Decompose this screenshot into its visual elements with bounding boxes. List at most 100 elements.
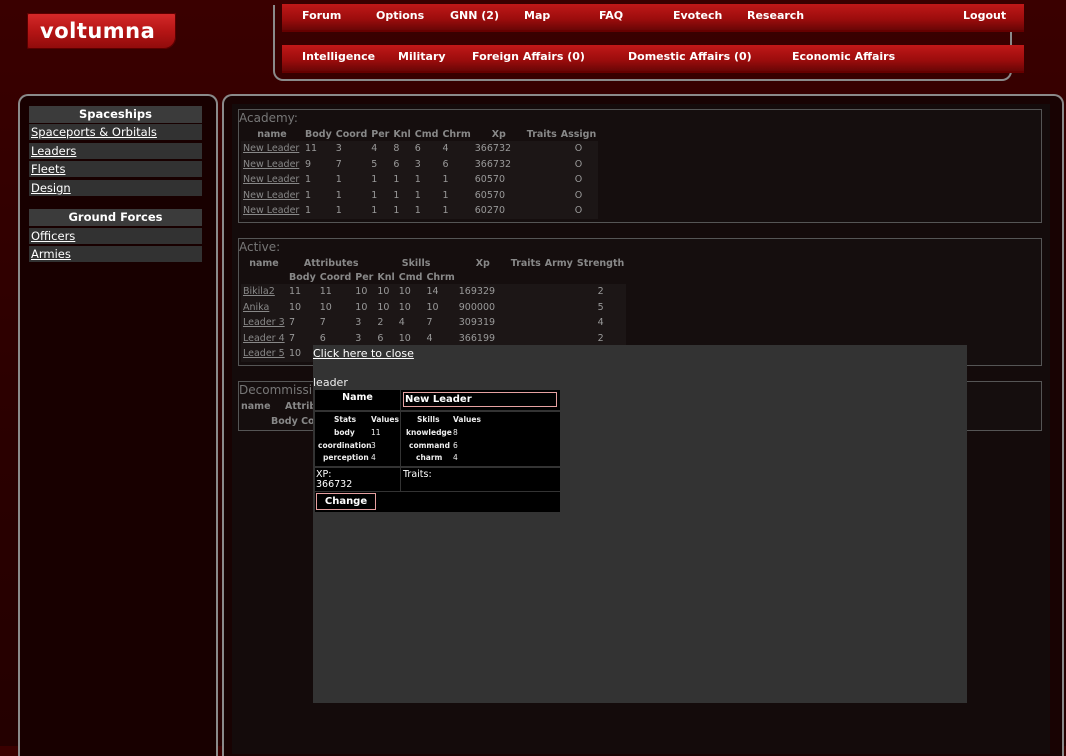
- nav-intelligence[interactable]: Intelligence: [302, 50, 375, 63]
- sidebar-item-armies[interactable]: Armies: [29, 246, 202, 262]
- active-leader-link[interactable]: Anika: [243, 302, 269, 313]
- decommissioned-subheader: Body Co: [271, 416, 315, 427]
- active-leader-link[interactable]: Bikila2: [243, 286, 275, 297]
- xp-cell: XP: 366732: [315, 468, 400, 491]
- brand-name: voltumna: [40, 19, 156, 43]
- skill-name: command: [409, 441, 450, 450]
- nav-evotech[interactable]: Evotech: [673, 9, 722, 22]
- cell: 7: [287, 330, 318, 346]
- nav-gnn[interactable]: GNN (2): [450, 9, 499, 22]
- assign-radio[interactable]: O: [558, 172, 599, 188]
- cell: 11: [303, 141, 334, 157]
- name-input-cell: [401, 390, 560, 410]
- cell: 2: [574, 330, 627, 346]
- sidebar-item-leaders[interactable]: Leaders: [29, 143, 202, 159]
- cell: 1: [303, 172, 334, 188]
- cell: 10: [396, 284, 425, 300]
- cell: 1: [369, 187, 392, 203]
- academy-leader-link[interactable]: New Leader: [243, 205, 299, 216]
- cell: 1: [440, 187, 473, 203]
- cell: 1: [412, 172, 441, 188]
- col-header: Strength: [576, 257, 625, 269]
- cell: [524, 141, 559, 157]
- table-row: New Leader 1 1 1 1 1 1 60270 O: [241, 203, 599, 219]
- cell: 6: [440, 156, 473, 172]
- col-header: Body: [289, 271, 316, 283]
- assign-radio[interactable]: O: [558, 156, 599, 172]
- assign-radio[interactable]: O: [558, 141, 599, 157]
- cell: [524, 172, 559, 188]
- nav-domestic-affairs[interactable]: Domestic Affairs (0): [628, 50, 752, 63]
- sidebar-item-design[interactable]: Design: [29, 180, 202, 196]
- sidebar-item-spaceports[interactable]: Spaceports & Orbitals: [29, 124, 202, 140]
- cell: 1: [391, 172, 413, 188]
- active-sub-header-row: Body Coord Per Knl Cmd Chrm: [241, 270, 626, 284]
- active-leader-link[interactable]: Leader 3: [243, 317, 285, 328]
- col-header: Per: [355, 271, 374, 283]
- cell: [524, 156, 559, 172]
- col-header: Knl: [377, 271, 395, 283]
- cell: 2: [375, 315, 397, 331]
- name-label: Name: [342, 392, 373, 403]
- cell: 3: [412, 156, 441, 172]
- cell: 10: [396, 330, 425, 346]
- academy-section: Academy: name Body Coord Per Knl Cmd Chr…: [238, 109, 1042, 223]
- sidebar-item-officers[interactable]: Officers: [29, 228, 202, 244]
- stats-header: Stats: [334, 415, 357, 424]
- active-leader-link[interactable]: Leader 5: [243, 348, 285, 359]
- name-label-cell: Name: [315, 390, 400, 410]
- brand-logo[interactable]: voltumna: [27, 13, 176, 49]
- table-row: New Leader 11 3 4 8 6 4 366732 O: [241, 141, 599, 157]
- cell: [524, 187, 559, 203]
- academy-leader-link[interactable]: New Leader: [243, 143, 299, 154]
- nav-research[interactable]: Research: [747, 9, 804, 22]
- traits-label: Traits:: [403, 469, 432, 480]
- col-header: name: [257, 128, 287, 140]
- nav-economic-affairs[interactable]: Economic Affairs: [792, 50, 895, 63]
- nav-forum[interactable]: Forum: [302, 9, 341, 22]
- cell: 10: [317, 299, 354, 315]
- cell: 1: [333, 172, 370, 188]
- nav-options[interactable]: Options: [376, 9, 424, 22]
- cell: 1: [412, 203, 441, 219]
- stat-value: 11: [371, 428, 381, 437]
- cell: 7: [333, 156, 370, 172]
- cell: 366732: [472, 141, 525, 157]
- cell: [542, 284, 575, 300]
- nav-faq[interactable]: FAQ: [599, 9, 623, 22]
- nav-logout[interactable]: Logout: [963, 9, 1006, 22]
- cell: 1: [391, 203, 413, 219]
- nav-foreign-affairs[interactable]: Foreign Affairs (0): [472, 50, 585, 63]
- assign-radio[interactable]: O: [558, 187, 599, 203]
- cell: 4: [369, 141, 392, 157]
- col-header: Body: [305, 128, 332, 140]
- cell: 1: [412, 187, 441, 203]
- close-popup-link[interactable]: Click here to close: [313, 347, 414, 360]
- cell: 3: [353, 330, 376, 346]
- assign-radio[interactable]: O: [558, 203, 599, 219]
- stat-name: body: [334, 428, 355, 437]
- sidebar-heading-spaceships: Spaceships: [29, 106, 202, 123]
- top-nav-bar: Forum Options GNN (2) Map FAQ Evotech Re…: [282, 4, 1024, 32]
- cell: 7: [287, 315, 318, 331]
- nav-military[interactable]: Military: [398, 50, 446, 63]
- active-leader-link[interactable]: Leader 4: [243, 333, 285, 344]
- academy-leader-link[interactable]: New Leader: [243, 159, 299, 170]
- cell: 14: [424, 284, 457, 300]
- change-button[interactable]: Change: [316, 493, 376, 510]
- leader-popup: Click here to close leader Name Stats Va…: [313, 345, 967, 703]
- traits-cell: Traits:: [401, 468, 560, 491]
- cell: 6: [391, 156, 413, 172]
- cell: 309319: [456, 315, 509, 331]
- sidebar-item-fleets[interactable]: Fleets: [29, 161, 202, 177]
- academy-leader-link[interactable]: New Leader: [243, 174, 299, 185]
- nav-map[interactable]: Map: [524, 9, 550, 22]
- academy-leader-link[interactable]: New Leader: [243, 190, 299, 201]
- popup-label: leader: [313, 376, 348, 389]
- col-header: Knl: [393, 128, 411, 140]
- col-header: Cmd: [398, 271, 423, 283]
- bottom-nav-bar: Intelligence Military Foreign Affairs (0…: [282, 45, 1024, 73]
- cell: 1: [303, 187, 334, 203]
- leader-name-input[interactable]: [403, 392, 557, 407]
- cell: 11: [287, 284, 318, 300]
